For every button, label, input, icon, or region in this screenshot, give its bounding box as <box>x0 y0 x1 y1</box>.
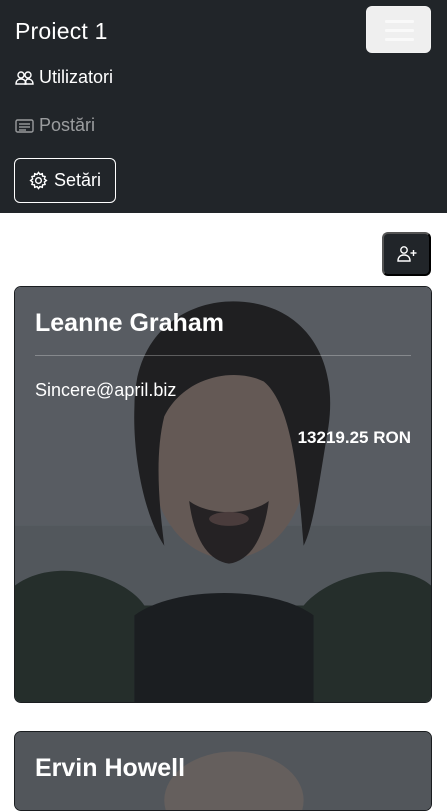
user-card[interactable]: Leanne Graham Sincere@april.biz 13219.25… <box>14 286 432 703</box>
navbar: Proiect 1 Utilizatori Postări Setări <box>0 0 447 213</box>
add-user-button[interactable] <box>382 232 431 276</box>
settings-button-label: Setări <box>54 170 102 190</box>
user-balance: 13219.25 RON <box>297 428 411 447</box>
nav-item-posts[interactable]: Postări <box>15 115 95 136</box>
person-plus-icon <box>396 246 416 262</box>
card-text-icon <box>15 118 34 133</box>
nav-item-users[interactable]: Utilizatori <box>15 67 113 88</box>
nav-item-posts-label: Postări <box>39 115 96 135</box>
brand-title[interactable]: Proiect 1 <box>15 18 108 45</box>
user-email: Sincere@april.biz <box>35 380 177 400</box>
user-name: Ervin Howell <box>35 754 186 782</box>
navbar-toggler-button[interactable] <box>366 6 431 53</box>
settings-button[interactable]: Setări <box>14 158 116 203</box>
people-icon <box>15 70 34 85</box>
user-name: Leanne Graham <box>35 309 224 337</box>
nav-item-users-label: Utilizatori <box>39 67 114 87</box>
card-divider <box>35 355 411 356</box>
gear-icon <box>29 171 48 190</box>
user-card[interactable]: Ervin Howell <box>14 731 432 811</box>
